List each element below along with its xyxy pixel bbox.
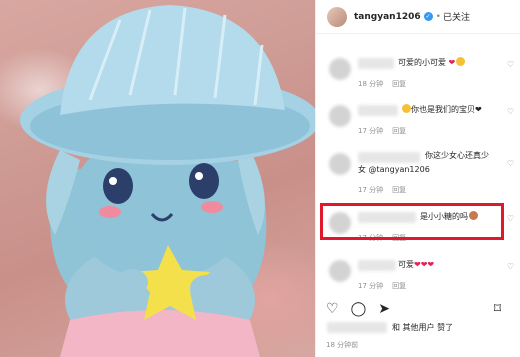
liker-avatars-blurred[interactable]	[327, 322, 387, 333]
verified-badge-icon: ✓	[423, 12, 433, 21]
comment-time: 18 分钟	[358, 80, 384, 88]
commenter-avatar[interactable]	[329, 260, 351, 282]
comment-time: 17 分钟	[358, 127, 384, 135]
comment-text-line1: 你这少女心还真少	[425, 151, 489, 160]
post-timestamp: 18 分钟前	[326, 341, 359, 349]
comment-meta: 17 分钟 回复	[358, 281, 415, 291]
bookmark-icon[interactable]: ⌑	[494, 301, 501, 317]
likes-text[interactable]: 和 其他用户 赞了	[392, 322, 453, 333]
highlight-box	[320, 203, 504, 240]
comment-meta: 17 分钟 回复	[358, 126, 415, 136]
comment-text: 你也是我们的宝贝❤	[401, 104, 482, 116]
like-comment-heart-icon[interactable]: ♡	[507, 107, 514, 116]
reply-button[interactable]: 回复	[392, 282, 406, 290]
comment-time: 17 分钟	[358, 282, 384, 290]
comment-meta: 17 分钟 回复	[358, 185, 415, 195]
comments-list: 可爱的小可爱 ❤ 18 分钟 回复 ♡ 你也是我们的宝贝❤ 17 分钟 回复 ♡ 你…	[316, 34, 520, 297]
separator-dot: •	[435, 11, 441, 22]
comment-text: 可爱❤❤❤	[398, 260, 435, 269]
commenter-avatar[interactable]	[329, 58, 351, 80]
comment-time: 17 分钟	[358, 186, 384, 194]
username[interactable]: tangyan1206	[354, 12, 421, 22]
comment-text: 可爱的小可爱 ❤	[398, 57, 466, 69]
plush-doll-illustration	[20, 5, 315, 357]
like-comment-heart-icon[interactable]: ♡	[507, 262, 514, 271]
follow-button[interactable]: 已关注	[443, 10, 470, 23]
reply-button[interactable]: 回复	[392, 127, 406, 135]
commenter-name-blurred[interactable]	[358, 58, 394, 69]
like-comment-heart-icon[interactable]: ♡	[507, 159, 514, 168]
comments-panel: tangyan1206 ✓ • 已关注 可爱的小可爱 ❤ 18 分钟 回复 ♡ 你…	[315, 0, 520, 357]
comment-text-line2: 女 @tangyan1206	[358, 165, 430, 174]
post-header: tangyan1206 ✓ • 已关注	[316, 0, 520, 34]
commenter-name-blurred[interactable]	[358, 152, 420, 163]
avatar[interactable]	[327, 6, 347, 27]
commenter-name-blurred[interactable]	[358, 260, 396, 271]
commenter-name-blurred[interactable]	[358, 105, 398, 116]
comment-icon[interactable]: ◯	[351, 301, 367, 317]
reply-button[interactable]: 回复	[392, 186, 406, 194]
heart-icon[interactable]: ♡	[326, 301, 339, 317]
post-photo	[0, 0, 315, 357]
post-actions-bar: ♡ ◯ ➤ ⌑	[316, 298, 520, 320]
comment-meta: 18 分钟 回复	[358, 79, 415, 89]
like-comment-heart-icon[interactable]: ♡	[507, 214, 514, 223]
share-icon[interactable]: ➤	[378, 301, 390, 317]
commenter-avatar[interactable]	[329, 105, 351, 127]
commenter-avatar[interactable]	[329, 153, 351, 175]
reply-button[interactable]: 回复	[392, 80, 406, 88]
like-comment-heart-icon[interactable]: ♡	[507, 60, 514, 69]
